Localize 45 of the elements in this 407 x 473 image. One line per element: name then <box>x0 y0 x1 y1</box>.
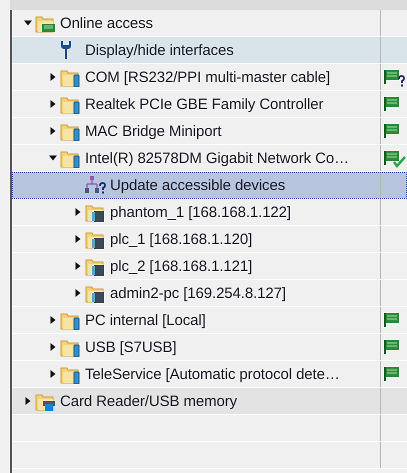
collapse-arrow-icon[interactable] <box>24 19 32 27</box>
expand-arrow-icon[interactable] <box>24 397 32 405</box>
tree-row[interactable]: plc_2 [168.168.1.121] <box>12 253 407 280</box>
tree-item-label: TeleService [Automatic protocol dete… <box>85 366 340 382</box>
tree-item-label: Display/hide interfaces <box>85 42 234 58</box>
expand-arrow-icon[interactable] <box>74 235 82 243</box>
tree-item-label: COM [RS232/PPI multi-master cable] <box>85 68 330 86</box>
tree-item-label: USB [S7USB] <box>85 338 176 356</box>
tree-item-label: Card Reader/USB memory <box>60 392 238 410</box>
wrench-icon <box>60 40 72 60</box>
expand-arrow-icon[interactable] <box>48 343 56 351</box>
tree-row[interactable]: plc_1 [168.168.1.120] <box>12 226 407 253</box>
tree-item-label: Realtek PCIe GBE Family Controller <box>85 96 324 112</box>
tree-row[interactable]: Intel(R) 82578DM Gigabit Network Co… <box>12 145 407 172</box>
tree-row[interactable]: COM [RS232/PPI multi-master cable] <box>12 64 407 91</box>
expand-arrow-icon[interactable] <box>48 370 56 378</box>
expand-arrow-icon[interactable] <box>48 316 56 324</box>
expand-arrow-icon[interactable] <box>74 208 82 216</box>
tree-item-label: Intel(R) 82578DM Gigabit Network Co… <box>85 150 349 166</box>
collapse-arrow-icon[interactable] <box>48 154 56 162</box>
tree-row[interactable]: Update accessible devices <box>12 172 407 199</box>
tree-row[interactable]: Display/hide interfaces <box>12 37 407 64</box>
tree-row[interactable]: MAC Bridge Miniport <box>12 118 407 145</box>
tree-row[interactable]: PC internal [Local] <box>12 307 407 334</box>
expand-arrow-icon[interactable] <box>48 73 56 81</box>
network-query-icon <box>85 175 107 195</box>
tree-item-label: Online access <box>60 14 153 32</box>
tree-item-label: plc_2 [168.168.1.121] <box>110 258 252 274</box>
tree-row[interactable]: USB [S7USB] <box>12 334 407 361</box>
tree-item-label: PC internal [Local] <box>85 312 206 328</box>
expand-arrow-icon[interactable] <box>74 262 82 270</box>
tree-item-label: phantom_1 [168.168.1.122] <box>110 204 291 220</box>
tree-row[interactable]: TeleService [Automatic protocol dete… <box>12 361 407 388</box>
tree-row[interactable]: Card Reader/USB memory <box>12 388 407 415</box>
tree-item-label: MAC Bridge Miniport <box>85 122 222 140</box>
tree-row[interactable]: admin2-pc [169.254.8.127] <box>12 280 407 307</box>
tree-row[interactable]: Online access <box>12 10 407 37</box>
tree-item-label: plc_1 [168.168.1.120] <box>110 230 252 248</box>
tree-row[interactable]: Realtek PCIe GBE Family Controller <box>12 91 407 118</box>
tree-item-label: admin2-pc [169.254.8.127] <box>110 284 286 302</box>
tree-row[interactable]: phantom_1 [168.168.1.122] <box>12 199 407 226</box>
expand-arrow-icon[interactable] <box>48 100 56 108</box>
expand-arrow-icon[interactable] <box>48 127 56 135</box>
tree-item-label: Update accessible devices <box>110 176 286 194</box>
expand-arrow-icon[interactable] <box>74 289 82 297</box>
